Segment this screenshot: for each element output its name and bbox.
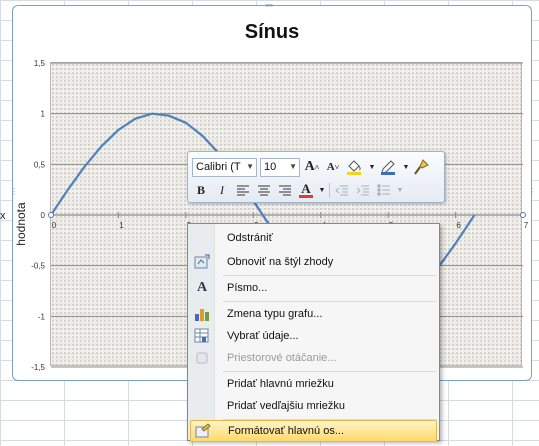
- chart-type-icon: [191, 305, 213, 323]
- 3d-rotation-icon: [191, 349, 213, 367]
- y-tick-label[interactable]: 0: [41, 211, 46, 220]
- format-painter-icon[interactable]: [413, 158, 431, 177]
- reset-style-icon: [191, 253, 213, 271]
- font-name-combo[interactable]: Calibri (T ▼: [192, 157, 257, 177]
- italic-button[interactable]: I: [213, 181, 231, 200]
- chevron-down-icon[interactable]: ▼: [318, 181, 326, 200]
- bold-button[interactable]: B: [192, 181, 210, 200]
- menu-item-format-major-axis[interactable]: Formátovať hlavnú os...: [190, 420, 437, 442]
- grow-font-icon[interactable]: A ˄: [303, 158, 321, 177]
- resize-handle-top[interactable]: ••••: [265, 2, 273, 10]
- resize-handle-right[interactable]: ⋮: [528, 188, 536, 196]
- align-center-icon[interactable]: [255, 181, 273, 200]
- y-axis-title[interactable]: hodnota: [14, 202, 28, 245]
- menu-item-select-data[interactable]: Vybrať údaje...: [190, 325, 437, 347]
- menu-separator: [223, 371, 437, 372]
- menu-item-add-minor-gridlines[interactable]: Pridať vedľajšiu mriežku: [190, 395, 437, 417]
- x-tick-label[interactable]: 7: [524, 221, 529, 230]
- font-color-icon[interactable]: A: [297, 181, 315, 200]
- menu-item-font[interactable]: A Písmo...: [190, 277, 437, 299]
- y-tick-label[interactable]: -1: [38, 312, 46, 321]
- axis-selection-handle-0[interactable]: [48, 212, 54, 218]
- font-size-combo[interactable]: 10 ▼: [260, 157, 300, 177]
- x-tick-label[interactable]: 1: [119, 221, 124, 230]
- increase-indent-icon: [354, 181, 372, 200]
- axis-selection-handle-1[interactable]: [520, 212, 526, 218]
- y-tick-label[interactable]: 1,5: [34, 59, 46, 68]
- menu-separator: [223, 275, 437, 276]
- menu-item-change-chart-type[interactable]: Zmena typu grafu...: [190, 303, 437, 325]
- align-left-icon[interactable]: [234, 181, 252, 200]
- y-tick-label[interactable]: 0,5: [34, 160, 46, 169]
- select-data-icon: [191, 327, 213, 345]
- chevron-down-icon[interactable]: ▼: [402, 158, 410, 177]
- chevron-down-icon[interactable]: ▼: [368, 158, 376, 177]
- chevron-down-icon: ▼: [396, 186, 404, 194]
- font-size-value: 10: [264, 161, 277, 173]
- menu-item-delete[interactable]: Odstrániť: [190, 227, 437, 249]
- cell-text-x: x: [0, 210, 6, 222]
- menu-separator: [223, 301, 437, 302]
- font-icon: A: [196, 280, 208, 295]
- menu-item-reset-style[interactable]: Obnoviť na štýl zhody: [190, 251, 437, 273]
- toolbar-separator: [329, 182, 330, 198]
- bullets-icon: [375, 181, 393, 200]
- x-tick-label[interactable]: 6: [456, 221, 461, 230]
- context-menu: Odstrániť Obnoviť na štýl zhody A Písmo.…: [187, 223, 440, 442]
- chevron-down-icon[interactable]: ▼: [289, 162, 297, 171]
- menu-item-add-major-gridlines[interactable]: Pridať hlavnú mriežku: [190, 373, 437, 395]
- chart-title[interactable]: Sínus: [13, 21, 531, 44]
- resize-handle-left[interactable]: ⋮: [10, 188, 18, 196]
- font-name-value: Calibri (T: [196, 161, 241, 173]
- shrink-font-icon[interactable]: A ˅: [324, 158, 342, 177]
- menu-item-3d-rotation: Priestorové otáčanie...: [190, 347, 437, 369]
- decrease-indent-icon: [333, 181, 351, 200]
- fill-color-icon[interactable]: [345, 158, 365, 177]
- y-tick-label[interactable]: -1,5: [31, 363, 45, 372]
- y-tick-label[interactable]: 1: [41, 110, 46, 119]
- mini-toolbar: Calibri (T ▼ 10 ▼ A ˄ A ˅ ▼ ▼ B I A ▼ ▼: [187, 151, 445, 203]
- format-axis-icon: [192, 422, 214, 440]
- chevron-down-icon[interactable]: ▼: [246, 162, 254, 171]
- align-right-icon[interactable]: [276, 181, 294, 200]
- y-tick-label[interactable]: -0,5: [31, 262, 45, 271]
- x-tick-label[interactable]: 0: [52, 221, 57, 230]
- outline-color-icon[interactable]: [379, 158, 399, 177]
